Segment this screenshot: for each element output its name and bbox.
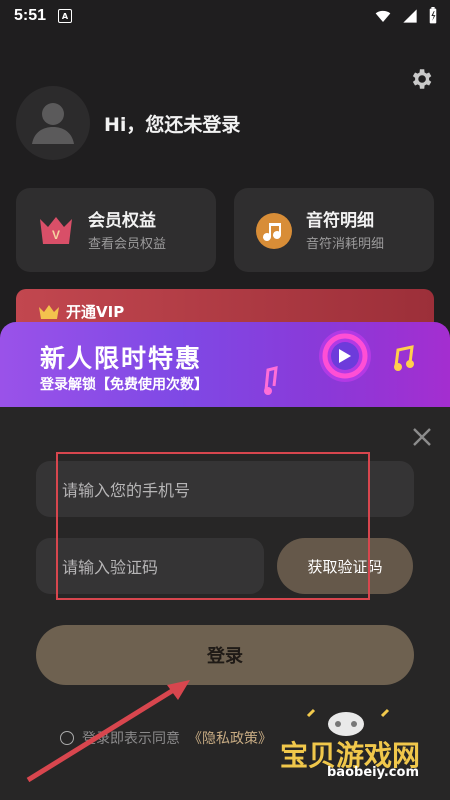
avatar[interactable] [16, 86, 90, 160]
login-prompt[interactable]: Hi，您还未登录 [104, 110, 240, 137]
vip-crown-icon: V [40, 217, 72, 244]
time: 5:51 [14, 7, 47, 24]
open-vip-label: 开通VIP [66, 303, 125, 321]
card-title: 会员权益 [88, 211, 156, 231]
promo-title: 新人限时特惠 [40, 344, 203, 373]
settings-icon[interactable] [408, 66, 434, 92]
annotation-arrow [26, 680, 190, 783]
crown-icon [39, 305, 59, 319]
privacy-policy-link[interactable]: 《隐私政策》 [188, 728, 272, 748]
card-title: 音符明细 [306, 211, 374, 231]
card-subtitle: 音符消耗明细 [306, 237, 385, 252]
close-icon[interactable] [410, 425, 434, 449]
signal-icon [403, 9, 417, 23]
wifi-icon [375, 10, 391, 22]
card-subtitle: 查看会员权益 [88, 237, 167, 252]
watermark-url: baobeiy.com [327, 765, 419, 780]
note-details-card[interactable]: 音符明细 音符消耗明细 [234, 188, 434, 272]
member-benefits-card[interactable]: V 会员权益 查看会员权益 [16, 188, 216, 272]
user-icon [32, 103, 74, 144]
svg-text:V: V [52, 228, 60, 242]
a-icon: A [58, 9, 73, 23]
battery-icon [429, 7, 437, 24]
music-note-icon [256, 213, 292, 249]
highlight-annotation-box [56, 452, 370, 600]
status-bar: 5:51 A [0, 0, 450, 32]
promo-subtitle: 登录解锁【免费使用次数】 [40, 377, 208, 393]
